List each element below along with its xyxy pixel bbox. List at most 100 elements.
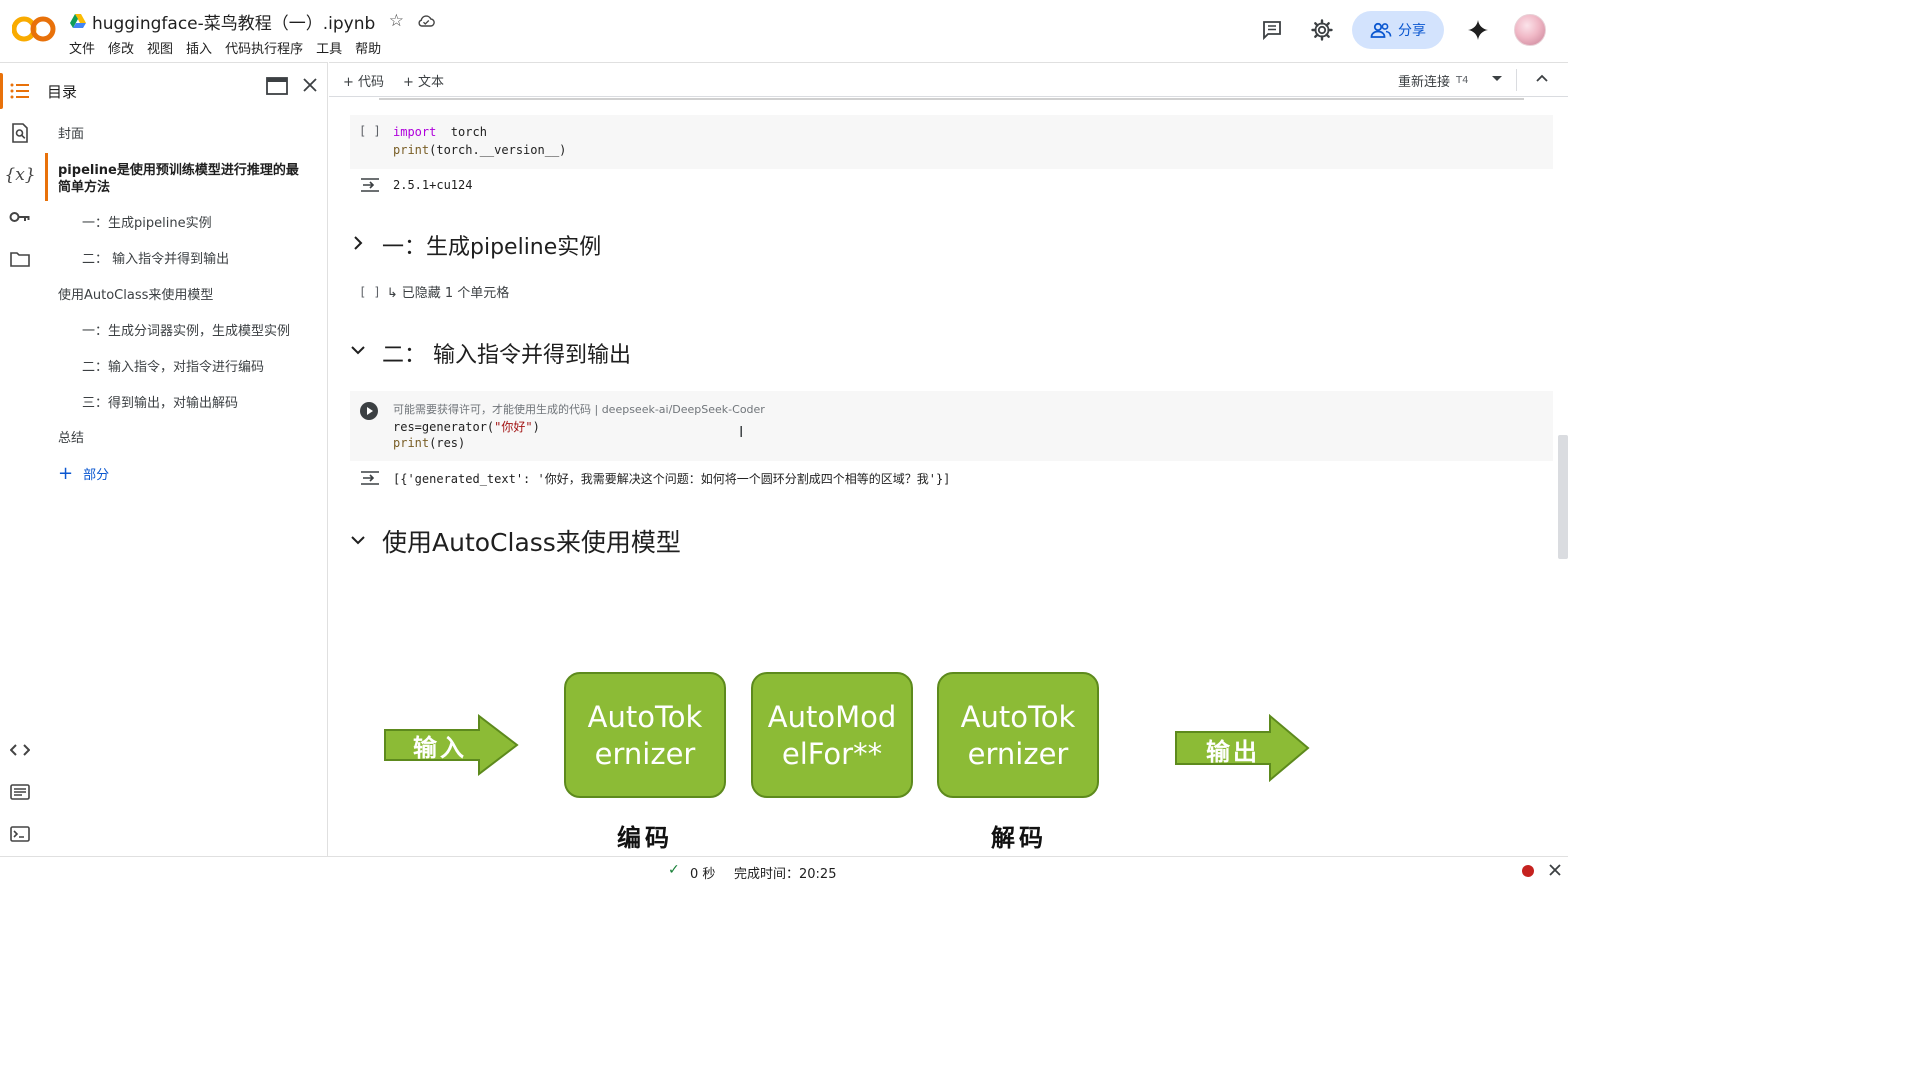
input-arrow-label: 输入 bbox=[413, 733, 467, 762]
chevron-down-icon[interactable] bbox=[350, 532, 366, 548]
chevron-down-icon[interactable] bbox=[350, 342, 366, 358]
files-folder-icon[interactable] bbox=[0, 241, 40, 277]
chevron-up-icon[interactable] bbox=[1535, 71, 1549, 85]
left-icon-rail: {x} bbox=[0, 62, 40, 856]
cloud-saved-icon[interactable] bbox=[417, 12, 436, 30]
code-text: res=generator( bbox=[393, 420, 495, 434]
code-cell-torch-version[interactable] bbox=[350, 115, 1553, 169]
comments-icon[interactable] bbox=[1252, 10, 1292, 50]
header-actions: 分享 bbox=[1252, 10, 1568, 50]
menu-help[interactable]: 帮助 bbox=[355, 38, 381, 57]
add-text-cell-button[interactable]: + 文本 bbox=[403, 71, 444, 90]
toolbar-divider bbox=[1516, 69, 1517, 91]
menu-insert[interactable]: 插入 bbox=[186, 38, 212, 57]
section-heading[interactable]: 一：生成pipeline实例 bbox=[382, 229, 601, 261]
caret-down-icon[interactable] bbox=[1490, 71, 1504, 85]
hidden-cells-indicator[interactable]: [ ] ↳ 已隐藏 1 个单元格 bbox=[359, 282, 509, 302]
menu-edit[interactable]: 修改 bbox=[108, 38, 134, 57]
table-of-contents-panel: 目录 封面 pipeline是使用预训练模型进行推理的最简单方法 一：生成pip… bbox=[40, 62, 328, 856]
code-line-generator[interactable]: res=generator("你好") bbox=[393, 418, 540, 435]
variables-icon[interactable]: {x} bbox=[0, 157, 40, 193]
autotokenizer-encode-box: AutoTok ernizer bbox=[564, 672, 726, 798]
reconnect-label: 重新连接 bbox=[1398, 75, 1451, 90]
share-label: 分享 bbox=[1398, 23, 1426, 39]
toc-item-decode[interactable]: 三：得到输出，对输出解码 bbox=[82, 395, 238, 412]
add-code-cell-button[interactable]: + 代码 bbox=[343, 71, 384, 90]
app-header: huggingface-菜鸟教程（一）.ipynb ☆ 文件 修改 视图 插入 … bbox=[0, 0, 1568, 62]
terminal-icon[interactable] bbox=[0, 816, 40, 852]
code-text: (res) bbox=[429, 436, 466, 450]
code-line-import[interactable]: import torch bbox=[393, 125, 487, 139]
code-keyword: import bbox=[393, 125, 437, 139]
settings-gear-icon[interactable] bbox=[1302, 10, 1342, 50]
license-notice: 可能需要获得许可，才能使用生成的代码 | deepseek-ai/DeepSee… bbox=[393, 403, 765, 416]
section-heading[interactable]: 使用AutoClass来使用模型 bbox=[382, 523, 681, 559]
code-text: ) bbox=[532, 420, 540, 434]
gemini-sparkle-icon[interactable] bbox=[1458, 10, 1498, 50]
notebook-title[interactable]: huggingface-菜鸟教程（一）.ipynb bbox=[92, 9, 375, 34]
autoclass-diagram: 输入 AutoTok ernizer AutoMod elFor** AutoTok… bbox=[379, 658, 1319, 852]
code-snippets-icon[interactable] bbox=[0, 732, 40, 768]
encode-caption: 编码 bbox=[617, 823, 673, 852]
user-avatar[interactable] bbox=[1514, 14, 1546, 46]
toc-item-pipeline[interactable]: pipeline是使用预训练模型进行推理的最简单方法 bbox=[58, 162, 308, 196]
share-button[interactable]: 分享 bbox=[1352, 11, 1444, 49]
menu-bar: 文件 修改 视图 插入 代码执行程序 工具 帮助 bbox=[69, 38, 381, 57]
plus-icon: + bbox=[58, 462, 74, 484]
code-text: torch bbox=[436, 125, 487, 139]
chevron-right-icon[interactable] bbox=[350, 235, 366, 251]
table-of-contents-icon[interactable] bbox=[0, 73, 40, 109]
vertical-scrollbar[interactable] bbox=[1558, 435, 1568, 559]
toc-item-autoclass[interactable]: 使用AutoClass来使用模型 bbox=[58, 287, 213, 304]
toc-item-tokenizer-model[interactable]: 一：生成分词器实例，生成模型实例 bbox=[82, 323, 290, 340]
autotokenizer-decode-box: AutoTok ernizer bbox=[937, 672, 1099, 798]
toc-active-indicator bbox=[45, 153, 48, 201]
toc-item-input-output[interactable]: 二： 输入指令并得到输出 bbox=[82, 251, 229, 268]
toc-item-generate-pipeline[interactable]: 一：生成pipeline实例 bbox=[82, 215, 212, 232]
open-in-tab-icon[interactable] bbox=[266, 77, 288, 95]
find-replace-icon[interactable] bbox=[0, 115, 40, 151]
menu-runtime[interactable]: 代码执行程序 bbox=[225, 38, 303, 57]
text-cursor-icon: I bbox=[739, 423, 744, 441]
cell-run-bracket[interactable]: [ ] bbox=[359, 124, 381, 138]
code-text: (torch.__version__) bbox=[429, 143, 567, 157]
code-line-print[interactable]: print(res) bbox=[393, 436, 465, 450]
code-string: "你好" bbox=[494, 420, 533, 434]
command-palette-icon[interactable] bbox=[0, 774, 40, 810]
output-toggle-icon[interactable] bbox=[359, 176, 381, 194]
notebook-toolbar: + 代码 + 文本 重新连接 T4 bbox=[329, 63, 1568, 97]
cell-output: 2.5.1+cu124 bbox=[393, 178, 473, 192]
execution-time: 0 秒 bbox=[690, 867, 716, 882]
completed-at: 完成时间：20:25 bbox=[734, 867, 837, 882]
toc-item-cover[interactable]: 封面 bbox=[58, 126, 84, 143]
add-section-label: 部分 bbox=[83, 468, 110, 483]
output-arrow-label: 输出 bbox=[1206, 737, 1260, 766]
menu-tools[interactable]: 工具 bbox=[316, 38, 342, 57]
people-icon bbox=[1370, 22, 1392, 38]
reconnect-button[interactable]: 重新连接 T4 bbox=[1398, 71, 1469, 90]
section-heading[interactable]: 二： 输入指令并得到输出 bbox=[382, 337, 631, 369]
add-section-button[interactable]: + 部分 bbox=[58, 464, 109, 483]
toc-item-encode[interactable]: 二：输入指令，对指令进行编码 bbox=[82, 359, 264, 376]
code-function: print bbox=[393, 436, 430, 450]
run-cell-play-icon[interactable] bbox=[359, 401, 379, 421]
runtime-type-label: T4 bbox=[1456, 75, 1469, 86]
toc-item-summary[interactable]: 总结 bbox=[58, 430, 84, 447]
colab-logo[interactable] bbox=[12, 14, 56, 44]
menu-view[interactable]: 视图 bbox=[147, 38, 173, 57]
checkmark-icon: ✓ bbox=[668, 862, 680, 878]
recording-dot-icon[interactable] bbox=[1522, 865, 1534, 877]
google-drive-icon bbox=[70, 14, 86, 28]
notebook-main: + 代码 + 文本 重新连接 T4 [ ] import torch print… bbox=[329, 62, 1568, 856]
star-icon[interactable]: ☆ bbox=[387, 11, 405, 31]
cell-run-bracket[interactable]: [ ] bbox=[359, 285, 381, 299]
toc-title: 目录 bbox=[47, 83, 78, 101]
output-toggle-icon[interactable] bbox=[359, 469, 381, 487]
secrets-key-icon[interactable] bbox=[0, 199, 40, 235]
title-row: huggingface-菜鸟教程（一）.ipynb ☆ bbox=[70, 9, 436, 34]
close-icon[interactable] bbox=[1548, 863, 1562, 877]
code-line-print[interactable]: print(torch.__version__) bbox=[393, 143, 566, 157]
menu-file[interactable]: 文件 bbox=[69, 38, 95, 57]
close-icon[interactable] bbox=[301, 76, 319, 94]
cell-output: [{'generated_text': '你好，我需要解决这个问题：如何将一个圆… bbox=[393, 472, 951, 486]
